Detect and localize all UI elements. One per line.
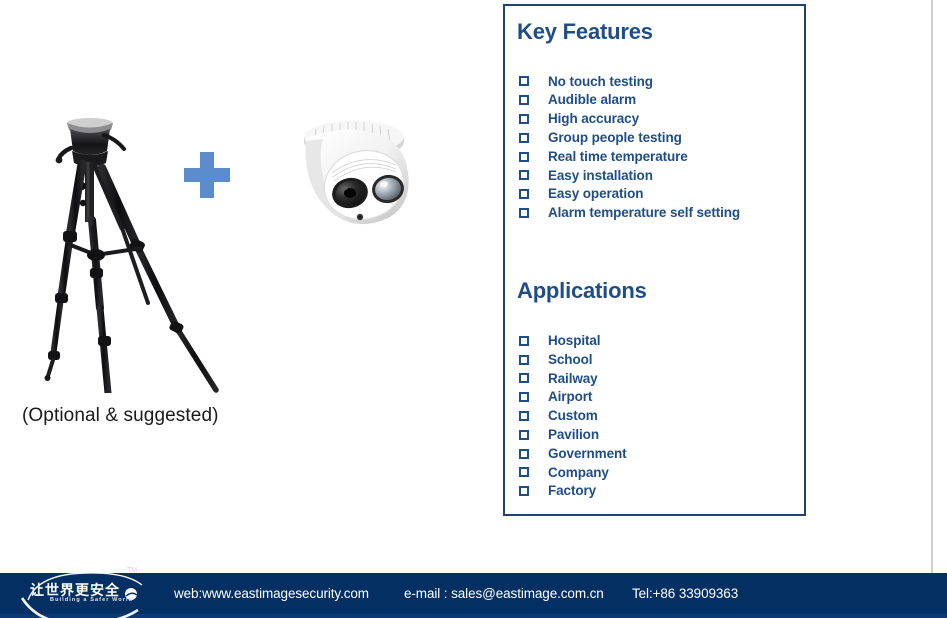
checkbox-icon[interactable]	[519, 151, 529, 162]
list-item: Easy operation	[517, 185, 792, 204]
footer-telephone[interactable]: Tel:+86 33909363	[632, 586, 738, 601]
footer-website[interactable]: web:www.eastimagesecurity.com	[174, 586, 369, 601]
list-item-label: Alarm temperature self setting	[548, 205, 741, 221]
list-item-label: No touch testing	[548, 73, 653, 89]
checkbox-icon[interactable]	[519, 486, 529, 497]
logo-trademark-symbol: TM	[127, 567, 138, 574]
list-item-label: Company	[548, 464, 609, 480]
list-item-label: Easy operation	[548, 186, 644, 202]
list-item-label: Hospital	[548, 333, 601, 349]
checkbox-icon[interactable]	[519, 410, 529, 421]
list-item: Real time temperature	[517, 147, 792, 166]
checkbox-icon[interactable]	[519, 76, 529, 87]
slide-page: (Optional & suggested) Key Features No t…	[0, 0, 947, 618]
list-item: Easy installation	[517, 166, 792, 185]
list-item-label: Easy installation	[548, 167, 653, 183]
list-item: Hospital	[517, 331, 792, 350]
checkbox-icon[interactable]	[519, 95, 529, 106]
product-illustration-area: (Optional & suggested)	[0, 0, 495, 550]
list-item-label: Custom	[548, 408, 598, 424]
checkbox-icon[interactable]	[519, 335, 529, 346]
checkbox-icon[interactable]	[519, 132, 529, 143]
applications-section: Applications Hospital School Railway Air…	[517, 278, 792, 500]
list-item: High accuracy	[517, 110, 792, 129]
list-item-label: High accuracy	[548, 111, 639, 127]
checkbox-icon[interactable]	[519, 429, 529, 440]
checkbox-icon[interactable]	[519, 207, 529, 218]
list-item: Audible alarm	[517, 91, 792, 110]
list-item-label: Real time temperature	[548, 148, 688, 164]
list-item-label: Pavilion	[548, 427, 599, 442]
list-item-label: Group people testing	[548, 130, 682, 146]
checkbox-icon[interactable]	[519, 189, 529, 200]
list-item-label: Government	[548, 445, 627, 461]
list-item: School	[517, 350, 792, 369]
list-item: No touch testing	[517, 72, 792, 91]
list-item: Company	[517, 463, 792, 482]
info-panel: Key Features No touch testing Audible al…	[503, 4, 806, 516]
list-item: Custom	[517, 407, 792, 426]
checkbox-icon[interactable]	[519, 113, 529, 124]
checkbox-icon[interactable]	[519, 354, 529, 365]
list-item: Pavilion	[517, 425, 792, 444]
applications-list: Hospital School Railway Airport Custom P…	[517, 331, 792, 500]
checkbox-icon[interactable]	[519, 448, 529, 459]
list-item: Factory	[517, 482, 792, 501]
product-caption: (Optional & suggested)	[22, 405, 219, 426]
footer-email[interactable]: e-mail : sales@eastimage.com.cn	[404, 586, 604, 601]
list-item-label: Railway	[548, 370, 598, 386]
list-item-label: Factory	[548, 483, 597, 499]
list-item: Group people testing	[517, 128, 792, 147]
list-item: Government	[517, 444, 792, 463]
list-item-label: Audible alarm	[548, 92, 636, 108]
checkbox-icon[interactable]	[519, 392, 529, 403]
dome-camera-image	[288, 117, 430, 235]
checkbox-icon[interactable]	[519, 170, 529, 181]
list-item: Railway	[517, 369, 792, 388]
page-right-edge	[931, 0, 933, 573]
list-item-label: Airport	[548, 389, 593, 405]
list-item: Airport	[517, 388, 792, 407]
list-item: Alarm temperature self setting	[517, 204, 792, 223]
checkbox-icon[interactable]	[519, 373, 529, 384]
key-features-title: Key Features	[517, 19, 653, 44]
plus-icon	[182, 150, 232, 200]
key-features-list: No touch testing Audible alarm High accu…	[517, 72, 792, 222]
applications-title: Applications	[517, 278, 647, 304]
logo-english-tagline: Building a Safer World	[50, 597, 134, 603]
checkbox-icon[interactable]	[519, 467, 529, 478]
list-item-label: School	[548, 351, 593, 367]
key-features-section: Key Features No touch testing Audible al…	[517, 16, 792, 222]
